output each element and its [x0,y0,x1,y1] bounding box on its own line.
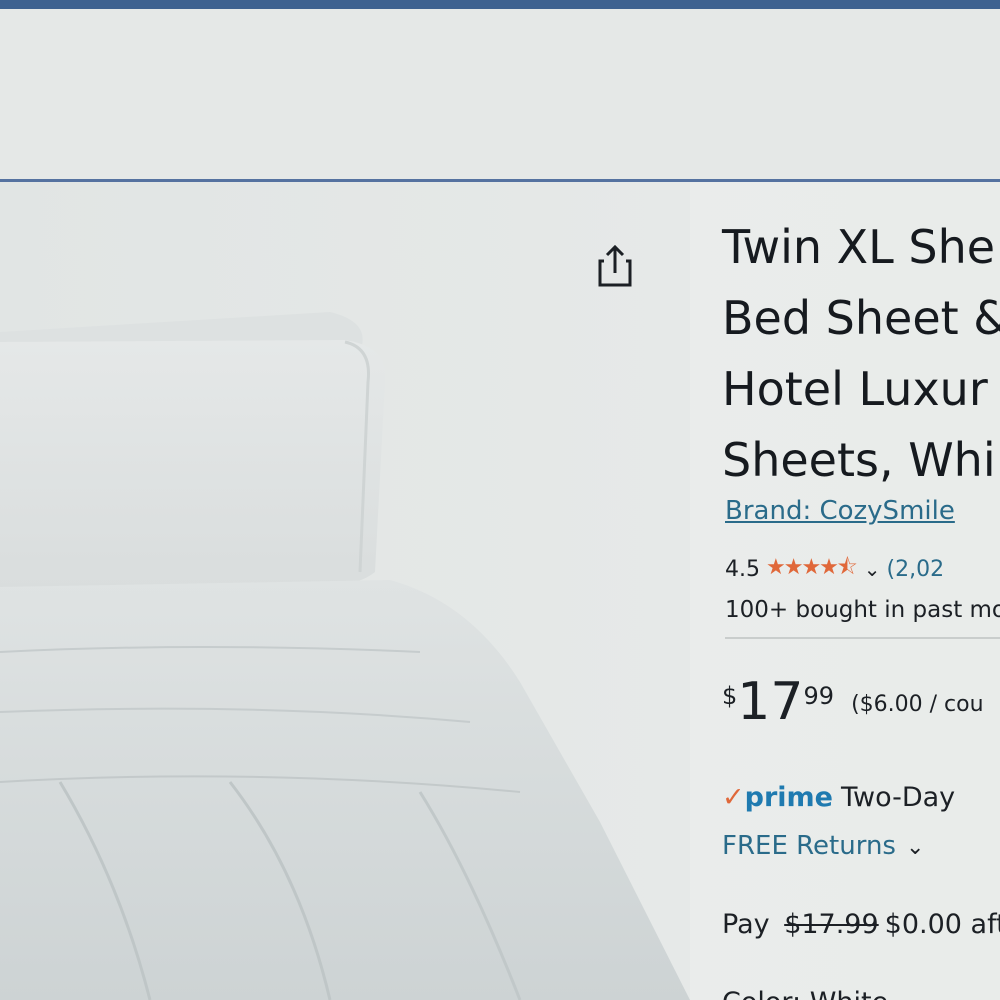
free-returns-link[interactable]: FREE Returns ⌄ [722,831,924,861]
pay-offer: Pay $17.99 $0.00 aft [722,909,1000,940]
title-line: Twin XL She [722,220,996,274]
color-selection: Color: White [722,987,888,1000]
chevron-down-icon[interactable]: ⌄ [864,557,881,581]
offer-price: $0.00 aft [884,909,1000,940]
pay-prefix: Pay [722,909,770,940]
top-rule [0,0,1000,9]
rating-row[interactable]: 4.5 ★★★★⯪ ⌄ (2,02 [725,550,944,588]
free-returns-label: FREE Returns [722,831,896,861]
shipping-speed: Two-Day [840,782,956,813]
product-page: Twin XL She Bed Sheet & Hotel Luxur Shee… [0,0,1000,1000]
title-line: Hotel Luxur [722,362,988,416]
divider [725,637,1000,639]
unit-price: ($6.00 / cou [851,692,984,717]
price: $1799 ($6.00 / cou [722,672,984,732]
prime-shipping[interactable]: ✓prime Two-Day [722,782,955,813]
title-line: Bed Sheet & [722,291,1000,345]
original-price: $17.99 [784,909,879,940]
share-icon[interactable] [596,243,638,289]
review-count-link[interactable]: (2,02 [887,557,945,582]
star-rating-icon: ★★★★⯪ [766,555,858,580]
header-band [0,9,1000,180]
price-currency: $ [722,682,738,710]
title-line: Sheets, Whi [722,433,996,487]
prime-logo: prime [744,782,833,813]
price-whole: 17 [737,672,804,732]
brand-link[interactable]: Brand: CozySmile [725,496,955,526]
bed-sheet-photo [0,182,690,1000]
product-info: Twin XL She Bed Sheet & Hotel Luxur Shee… [722,212,1000,1000]
chevron-down-icon: ⌄ [905,835,925,860]
product-title: Twin XL She Bed Sheet & Hotel Luxur Shee… [722,212,1000,496]
price-fraction: 99 [803,682,834,710]
bought-count: 100+ bought in past mo [725,597,1000,623]
prime-check-icon: ✓ [722,782,745,813]
rating-value: 4.5 [725,556,760,582]
product-image[interactable] [0,182,690,1000]
